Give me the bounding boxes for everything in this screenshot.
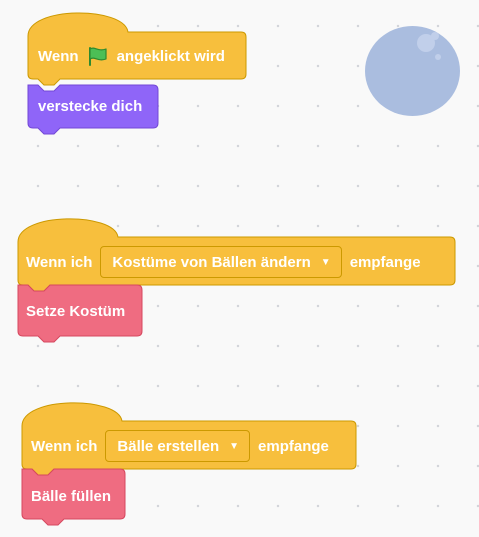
set-costume-label: Setze Kostüm bbox=[26, 302, 126, 320]
hat-suffix-label: empfange bbox=[349, 253, 421, 271]
hat-suffix-label: empfange bbox=[258, 437, 329, 455]
message-dropdown-value: Kostüme von Bällen ändern bbox=[112, 253, 311, 271]
sprite-highlight-dot bbox=[435, 54, 441, 60]
dropdown-caret-icon: ▼ bbox=[320, 256, 331, 268]
message-dropdown-value: Bälle erstellen bbox=[117, 437, 220, 455]
green-flag-icon bbox=[88, 47, 107, 66]
hat-prefix-label: Wenn ich bbox=[26, 253, 93, 271]
hide-block-row: verstecke dich bbox=[38, 94, 142, 118]
dropdown-caret-icon: ▼ bbox=[229, 440, 240, 452]
fill-balls-label: Bälle füllen bbox=[31, 487, 112, 505]
message-dropdown[interactable]: Kostüme von Bällen ändern ▼ bbox=[100, 246, 342, 278]
sprite-highlight-small bbox=[431, 32, 439, 40]
sprite-ghost-icon bbox=[365, 26, 460, 116]
when-flag-clicked-row: Wenn angeklickt wird bbox=[38, 44, 225, 68]
set-costume-row: Setze Kostüm bbox=[26, 299, 125, 323]
hat-prefix-label: Wenn bbox=[38, 47, 79, 65]
hat-prefix-label: Wenn ich bbox=[31, 437, 98, 455]
hide-label: verstecke dich bbox=[38, 97, 143, 115]
message-dropdown[interactable]: Bälle erstellen ▼ bbox=[105, 430, 251, 462]
when-i-receive-row-1: Wenn ich Kostüme von Bällen ändern ▼ emp… bbox=[26, 245, 421, 279]
hat-suffix-label: angeklickt wird bbox=[116, 47, 225, 65]
fill-balls-row: Bälle füllen bbox=[31, 484, 111, 508]
when-i-receive-row-2: Wenn ich Bälle erstellen ▼ empfange bbox=[31, 429, 329, 463]
